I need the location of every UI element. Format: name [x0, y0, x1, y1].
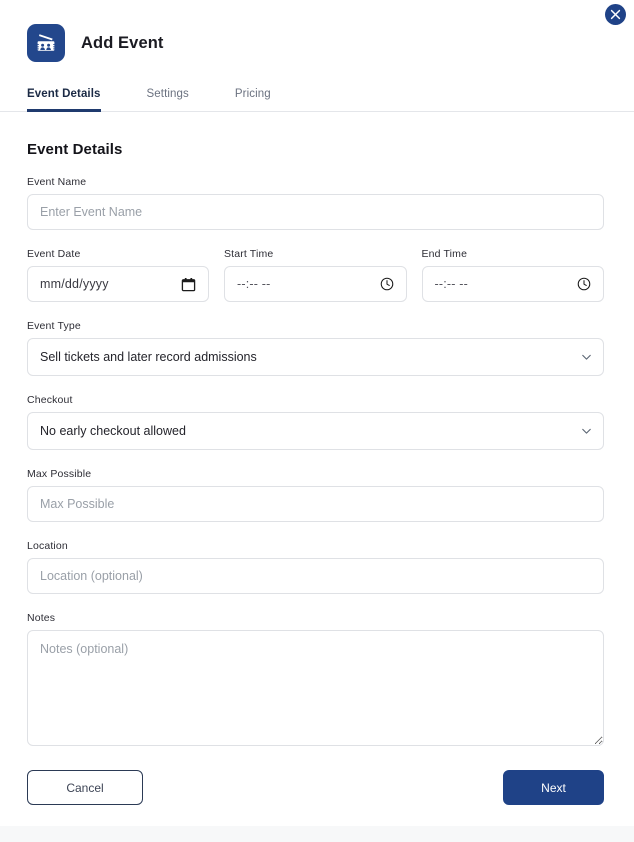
add-event-dialog: Add Event Event Details Settings Pricing…: [0, 0, 634, 842]
event-type-label: Event Type: [27, 320, 81, 332]
start-time-label: Start Time: [224, 248, 274, 260]
section-title: Event Details: [27, 141, 123, 158]
clock-icon[interactable]: [380, 277, 394, 291]
location-label: Location: [27, 540, 68, 552]
event-name-input[interactable]: [27, 194, 604, 230]
end-time-input[interactable]: --:-- --: [421, 266, 604, 302]
page-title: Add Event: [81, 33, 164, 52]
dialog-header: Add Event: [0, 0, 634, 62]
field-max-possible: Max Possible: [27, 468, 604, 522]
event-name-label: Event Name: [27, 176, 87, 188]
checkout-select[interactable]: No early checkout allowed: [27, 412, 604, 450]
field-event-name: Event Name: [27, 176, 604, 230]
event-type-select[interactable]: Sell tickets and later record admissions: [27, 338, 604, 376]
datetime-row: Event Date mm/dd/yyyy Start Time --:-- -…: [27, 248, 604, 302]
tab-bar: Event Details Settings Pricing: [0, 88, 634, 112]
location-input[interactable]: [27, 558, 604, 594]
event-date-label: Event Date: [27, 248, 81, 260]
end-time-label: End Time: [421, 248, 468, 260]
field-notes: Notes: [27, 612, 604, 751]
tab-pricing[interactable]: Pricing: [235, 88, 271, 112]
field-location: Location: [27, 540, 604, 594]
max-possible-label: Max Possible: [27, 468, 92, 480]
field-start-time: Start Time --:-- --: [224, 248, 407, 302]
ticket-admission-icon: [27, 24, 65, 62]
max-possible-input[interactable]: [27, 486, 604, 522]
checkout-select-wrapper: No early checkout allowed: [27, 412, 604, 450]
checkout-label: Checkout: [27, 394, 73, 406]
tab-event-details[interactable]: Event Details: [27, 88, 101, 112]
next-button[interactable]: Next: [503, 770, 604, 805]
event-date-input[interactable]: mm/dd/yyyy: [27, 266, 209, 302]
field-event-type: Event Type Sell tickets and later record…: [27, 320, 604, 376]
notes-textarea[interactable]: [27, 630, 604, 746]
close-button[interactable]: [605, 4, 626, 25]
calendar-icon[interactable]: [181, 277, 196, 292]
close-icon: [610, 9, 621, 20]
start-time-value: --:-- --: [237, 277, 271, 291]
cancel-button[interactable]: Cancel: [27, 770, 143, 805]
field-event-date: Event Date mm/dd/yyyy: [27, 248, 209, 302]
event-date-value: mm/dd/yyyy: [40, 277, 109, 291]
tab-settings[interactable]: Settings: [147, 88, 189, 112]
start-time-input[interactable]: --:-- --: [224, 266, 407, 302]
end-time-value: --:-- --: [434, 277, 469, 291]
event-details-form: Event Details Event Name Event Date mm/d…: [0, 141, 634, 751]
form-actions: Cancel Next: [0, 770, 634, 805]
clock-icon[interactable]: [577, 277, 591, 291]
field-end-time: End Time --:-- --: [421, 248, 604, 302]
bottom-strip: [0, 826, 634, 842]
field-checkout: Checkout No early checkout allowed: [27, 394, 604, 450]
notes-label: Notes: [27, 612, 56, 624]
event-type-select-wrapper: Sell tickets and later record admissions: [27, 338, 604, 376]
